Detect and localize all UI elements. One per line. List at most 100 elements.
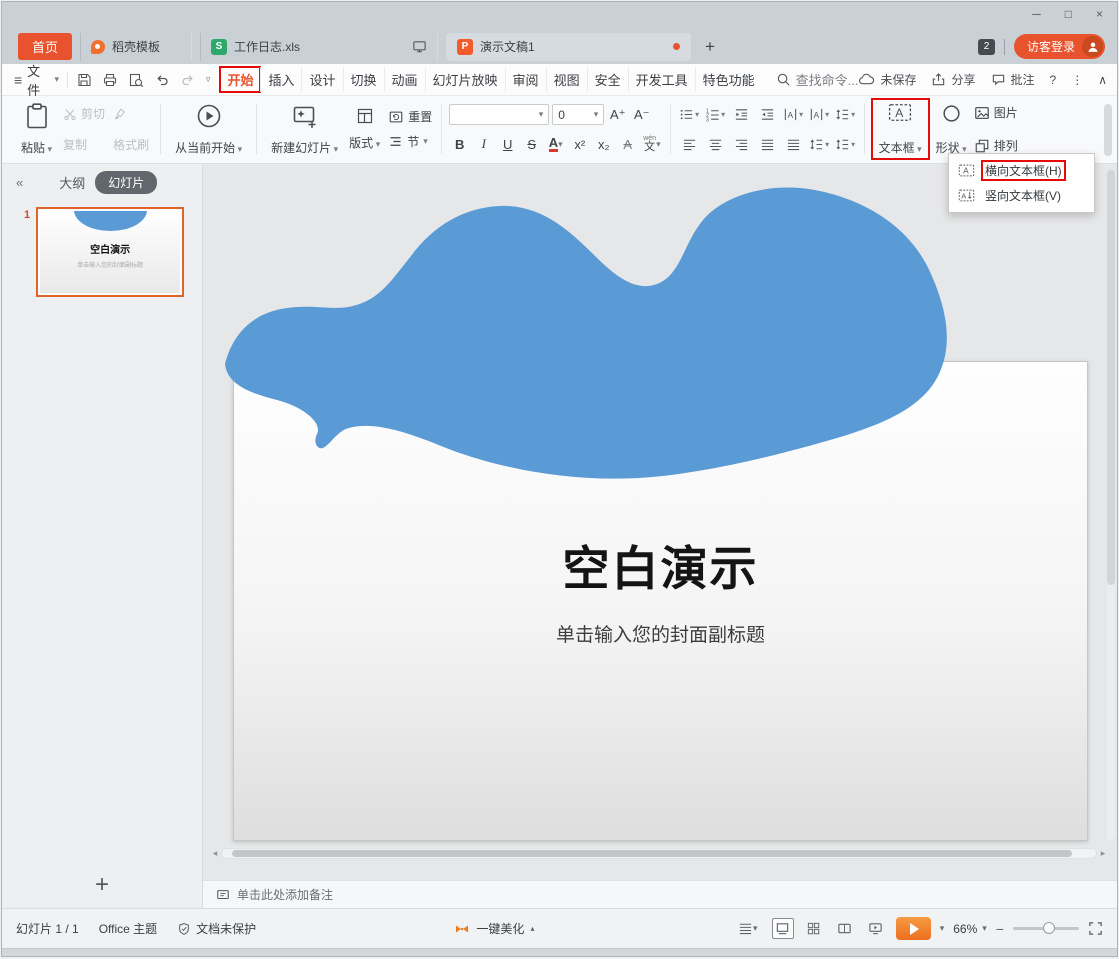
outline-tab[interactable]: 大纲 (59, 173, 85, 192)
strikethrough-button[interactable]: S (521, 134, 542, 154)
vertical-scrollbar[interactable] (1107, 170, 1115, 840)
font-color-button[interactable]: A (545, 134, 566, 154)
tab-docer-templates[interactable]: 稻壳模板 (80, 33, 192, 61)
home-button[interactable]: 首页 (18, 33, 72, 60)
paragraph-spacing-button[interactable]: ▾ (834, 134, 857, 154)
tab-insert[interactable]: 插入 (260, 67, 301, 92)
guest-login-button[interactable]: 访客登录 (1014, 34, 1105, 59)
fullscreen-icon[interactable] (1088, 921, 1103, 936)
zoom-slider-knob[interactable] (1043, 922, 1055, 934)
format-painter-icon-button[interactable] (113, 105, 149, 122)
share-button[interactable]: 分享 (931, 71, 975, 88)
tab-review[interactable]: 审阅 (505, 67, 546, 92)
justify-button[interactable] (756, 134, 779, 154)
align-right-button[interactable] (730, 134, 753, 154)
zoom-slider[interactable] (1013, 927, 1079, 930)
save-status[interactable]: 未保存 (858, 71, 916, 88)
line-spacing-button[interactable]: ▾ (808, 134, 831, 154)
decrease-font-button[interactable]: A⁻ (631, 105, 652, 125)
bullet-list-button[interactable]: ▾ (678, 104, 701, 124)
tab-transition[interactable]: 切换 (343, 67, 384, 92)
maximize-button[interactable]: □ (1065, 7, 1072, 21)
close-button[interactable]: × (1096, 7, 1103, 21)
tab-view[interactable]: 视图 (546, 67, 587, 92)
collapse-ribbon-button[interactable]: ∧ (1098, 73, 1107, 87)
menu-item-horizontal-textbox[interactable]: 横向文本框(H) (949, 158, 1094, 183)
tab-slideshow[interactable]: 幻灯片放映 (425, 67, 505, 92)
tab-start[interactable]: 开始 (220, 67, 260, 92)
decrease-indent-button[interactable] (730, 104, 753, 124)
textbox-button[interactable]: 文本框 (872, 99, 929, 159)
pinyin-guide-button[interactable]: wén文 (641, 134, 662, 154)
increase-font-button[interactable]: A⁺ (607, 105, 628, 125)
new-tab-button[interactable]: + (699, 37, 721, 57)
session-count-badge[interactable]: 2 (978, 39, 995, 55)
play-from-current-button[interactable]: 从当前开始 (168, 99, 249, 159)
scroll-right-icon[interactable]: ▸ (1097, 848, 1109, 859)
beautify-button[interactable]: 一键美化 (454, 920, 534, 937)
collapse-panel-button[interactable]: « (16, 175, 23, 190)
align-left-button[interactable] (678, 134, 701, 154)
character-spacing-button[interactable]: ▾ (782, 104, 805, 124)
slide-title[interactable]: 空白演示 (234, 530, 1087, 599)
vscrollbar-handle[interactable] (1107, 170, 1115, 585)
notes-panel-toggle[interactable]: ▾ (733, 918, 763, 939)
file-menu-button[interactable]: ≡ 文件 (14, 61, 59, 99)
play-slideshow-button[interactable] (896, 917, 931, 940)
increase-indent-button[interactable] (756, 104, 779, 124)
scrollbar-track[interactable] (221, 848, 1097, 859)
view-sorter-button[interactable] (803, 918, 825, 939)
tab-animation[interactable]: 动画 (384, 67, 425, 92)
more-menu-button[interactable]: ⋮ (1071, 73, 1083, 87)
add-slide-button[interactable]: + (2, 862, 202, 908)
new-slide-button[interactable]: 新建幻灯片 (264, 99, 345, 159)
font-name-combo[interactable]: ▾ (449, 104, 549, 125)
view-reading-button[interactable] (834, 918, 856, 939)
menu-item-vertical-textbox[interactable]: 竖向文本框(V) (949, 183, 1094, 208)
view-normal-button[interactable] (772, 918, 794, 939)
slide-subtitle[interactable]: 单击输入您的封面副标题 (234, 620, 1087, 647)
print-icon[interactable] (102, 72, 118, 88)
align-center-button[interactable] (704, 134, 727, 154)
paste-button[interactable]: 粘贴 (14, 99, 59, 159)
tab-presentation1[interactable]: P 演示文稿1 (446, 33, 691, 61)
italic-button[interactable]: I (473, 134, 494, 154)
horizontal-scrollbar[interactable]: ◂ ▸ (209, 847, 1109, 860)
redo-icon[interactable] (180, 72, 196, 88)
view-slideshow-button[interactable] (865, 918, 887, 939)
scrollbar-handle[interactable] (232, 850, 1072, 857)
notes-bar[interactable]: 单击此处添加备注 (203, 880, 1117, 908)
undo-icon[interactable] (154, 72, 170, 88)
arrange-button[interactable]: 排列 (974, 137, 1018, 154)
bold-button[interactable]: B (449, 134, 470, 154)
font-size-combo[interactable]: 0 ▾ (552, 104, 604, 125)
underline-button[interactable]: U (497, 134, 518, 154)
save-icon[interactable] (76, 72, 92, 88)
protection-status[interactable]: 文档未保护 (177, 920, 256, 937)
copy-button[interactable]: 复制 (63, 136, 105, 153)
picture-button[interactable]: 图片 (974, 104, 1018, 121)
superscript-button[interactable]: x² (569, 134, 590, 154)
section-button[interactable]: 节 (388, 133, 432, 150)
help-button[interactable]: ? (1050, 73, 1057, 87)
slide-canvas[interactable]: 空白演示 单击输入您的封面副标题 ◂ ▸ (203, 164, 1117, 880)
tab-features[interactable]: 特色功能 (695, 67, 762, 92)
tab-devtools[interactable]: 开发工具 (628, 67, 695, 92)
tab-worklog-xls[interactable]: S 工作日志.xls (200, 33, 438, 61)
layout-button[interactable]: 版式 (347, 103, 382, 155)
print-preview-icon[interactable] (128, 72, 144, 88)
zoom-out-button[interactable]: − (996, 921, 1004, 937)
clear-format-button[interactable]: A (617, 134, 638, 154)
numbered-list-button[interactable]: ▾ (704, 104, 727, 124)
ribbon-scrollbar[interactable] (1104, 104, 1112, 156)
reset-button[interactable]: 重置 (388, 108, 432, 125)
customize-toolbar-icon[interactable]: ▿ (206, 74, 211, 85)
subscript-button[interactable]: x₂ (593, 134, 614, 154)
text-direction-button[interactable]: ▾ (808, 104, 831, 124)
format-painter-button[interactable]: 格式刷 (113, 136, 149, 153)
comment-button[interactable]: 批注 (991, 71, 1035, 88)
find-command[interactable]: 查找命令... (776, 70, 859, 89)
minimize-button[interactable]: ─ (1032, 7, 1041, 21)
theme-name[interactable]: Office 主题 (99, 920, 157, 937)
columns-button[interactable]: ▾ (834, 104, 857, 124)
